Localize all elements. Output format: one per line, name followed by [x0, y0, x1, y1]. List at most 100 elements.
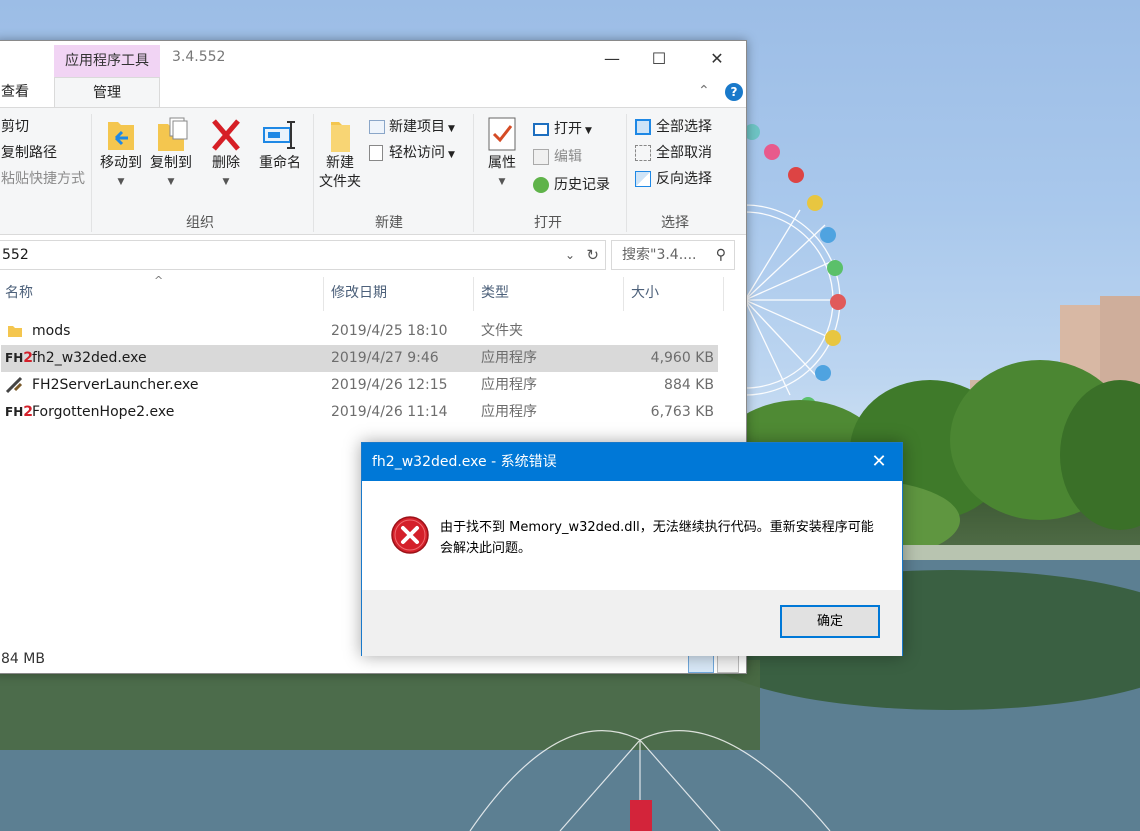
refresh-icon[interactable]: ↻	[586, 241, 599, 269]
group-select-label: 选择	[661, 215, 689, 231]
ribbon-separator	[473, 114, 474, 232]
window-title: 3.4.552	[172, 49, 226, 65]
copy-to-button[interactable]: 复制到 ▼	[146, 116, 196, 192]
fh2-icon: FH2	[5, 404, 33, 420]
fh2-icon: FH2	[5, 350, 33, 366]
group-new-label: 新建	[375, 215, 403, 231]
easy-access-button[interactable]: 轻松访问 ▼	[369, 142, 455, 164]
dialog-title: fh2_w32ded.exe - 系统错误	[372, 454, 557, 470]
column-header-type[interactable]: 类型	[481, 277, 509, 309]
copy-to-dropdown-icon: ▼	[167, 177, 175, 187]
collapse-ribbon-icon[interactable]: ⌃	[698, 83, 710, 99]
select-all-icon	[635, 119, 651, 135]
invert-selection-label: 反向选择	[656, 171, 712, 187]
history-icon	[533, 177, 549, 193]
details-view-icon[interactable]	[688, 653, 714, 673]
status-bar-size: 84 MB	[1, 651, 45, 667]
file-name: fh2_w32ded.exe	[32, 350, 147, 366]
new-folder-label-line2: 文件夹	[319, 174, 361, 190]
copy-path-button[interactable]: 复制路径	[1, 142, 57, 164]
rename-icon	[263, 121, 295, 149]
launcher-icon	[5, 376, 23, 394]
copy-to-icon	[158, 117, 188, 151]
rename-label: 重命名	[259, 155, 301, 171]
new-item-button[interactable]: 新建项目 ▼	[369, 116, 455, 138]
address-dropdown-icon[interactable]: ⌄	[565, 241, 575, 269]
invert-selection-icon	[635, 171, 651, 187]
properties-button[interactable]: 属性 ▼	[482, 116, 522, 192]
ribbon-separator	[313, 114, 314, 232]
column-separator	[323, 277, 324, 311]
red-reflection	[630, 800, 652, 831]
edit-icon	[533, 149, 549, 165]
delete-icon	[212, 119, 240, 151]
file-name: FH2ServerLauncher.exe	[32, 377, 199, 393]
address-bar[interactable]: 552 ⌄ ↻	[0, 240, 606, 270]
file-date: 2019/4/26 11:14	[331, 404, 448, 420]
folder-icon	[8, 326, 22, 337]
file-size: 4,960 KB	[650, 350, 714, 366]
dialog-message: 由于找不到 Memory_w32ded.dll，无法继续执行代码。重新安装程序可…	[440, 520, 874, 556]
select-none-label: 全部取消	[656, 145, 712, 161]
rename-button[interactable]: 重命名	[254, 116, 306, 173]
file-row-mods[interactable]: mods 2019/4/25 18:10 文件夹	[1, 318, 718, 345]
cut-button[interactable]: 剪切	[1, 116, 29, 138]
delete-button[interactable]: 删除 ▼	[206, 116, 246, 192]
file-row-forgottenhope2[interactable]: FH2 ForgottenHope2.exe 2019/4/26 11:14 应…	[1, 399, 718, 426]
file-row-fh2serverlauncher[interactable]: FH2ServerLauncher.exe 2019/4/26 12:15 应用…	[1, 372, 718, 399]
file-row-fh2-w32ded[interactable]: FH2 fh2_w32ded.exe 2019/4/27 9:46 应用程序 4…	[1, 345, 718, 372]
search-box[interactable]: 搜索"3.4.... ⚲	[611, 240, 735, 270]
address-path: 552	[2, 247, 29, 263]
file-date: 2019/4/27 9:46	[331, 350, 439, 366]
edit-button[interactable]: 编辑	[533, 146, 582, 168]
column-separator	[473, 277, 474, 311]
open-label: 打开	[554, 121, 582, 137]
tab-view[interactable]: 查看	[1, 81, 29, 101]
column-header-name[interactable]: 名称	[5, 277, 33, 309]
dialog-footer: 确定	[362, 590, 902, 656]
column-header-size[interactable]: 大小	[631, 277, 659, 309]
dialog-close-button[interactable]: ✕	[856, 443, 902, 481]
new-item-label: 新建项目	[389, 119, 445, 135]
new-folder-label-line1: 新建	[326, 155, 354, 171]
dialog-title-bar[interactable]: fh2_w32ded.exe - 系统错误 ✕	[362, 443, 902, 481]
address-bar-row: 552 ⌄ ↻ 搜索"3.4.... ⚲	[0, 240, 746, 272]
select-none-button[interactable]: 全部取消	[635, 142, 712, 164]
column-separator	[623, 277, 624, 311]
open-button[interactable]: 打开 ▼	[533, 118, 592, 140]
column-separator	[723, 277, 724, 311]
ribbon: 剪切 复制路径 粘贴快捷方式 移动到 ▼ 复制到 ▼ 删除 ▼ 重命名 组织 新…	[0, 107, 746, 235]
easy-access-icon	[369, 145, 383, 161]
maximize-button[interactable]: ☐	[636, 41, 682, 77]
context-tab-app-tools[interactable]: 应用程序工具	[54, 45, 160, 77]
select-all-button[interactable]: 全部选择	[635, 116, 712, 138]
paste-shortcut-button[interactable]: 粘贴快捷方式	[1, 168, 85, 190]
history-button[interactable]: 历史记录	[533, 174, 610, 196]
properties-icon	[488, 117, 516, 151]
error-icon	[391, 516, 429, 554]
group-organize-label: 组织	[186, 215, 214, 231]
minimize-button[interactable]: —	[589, 41, 635, 77]
sort-ascending-icon: ^	[154, 274, 164, 287]
help-icon[interactable]: ?	[725, 83, 743, 101]
search-placeholder: 搜索"3.4....	[622, 247, 697, 263]
easy-access-dropdown-icon: ▼	[448, 150, 455, 160]
invert-selection-button[interactable]: 反向选择	[635, 168, 712, 190]
delete-dropdown-icon: ▼	[222, 177, 230, 187]
column-header-date[interactable]: 修改日期	[331, 277, 387, 309]
ribbon-tabs: 查看 管理 ⌃ ?	[0, 77, 746, 107]
ok-button[interactable]: 确定	[780, 605, 880, 638]
copy-to-label: 复制到	[150, 155, 192, 171]
easy-access-label: 轻松访问	[389, 145, 445, 161]
delete-label: 删除	[212, 155, 240, 171]
large-icons-view-icon[interactable]	[717, 653, 739, 673]
edit-label: 编辑	[554, 149, 582, 165]
close-button[interactable]: ✕	[694, 41, 740, 77]
new-folder-button[interactable]: 新建 文件夹	[316, 116, 364, 192]
open-icon	[533, 122, 549, 136]
tab-manage[interactable]: 管理	[54, 77, 160, 107]
system-error-dialog[interactable]: fh2_w32ded.exe - 系统错误 ✕ 由于找不到 Memory_w32…	[361, 442, 903, 656]
title-bar[interactable]: 应用程序工具 3.4.552 — ☐ ✕	[0, 41, 746, 77]
properties-dropdown-icon: ▼	[498, 177, 506, 187]
move-to-button[interactable]: 移动到 ▼	[96, 116, 146, 192]
